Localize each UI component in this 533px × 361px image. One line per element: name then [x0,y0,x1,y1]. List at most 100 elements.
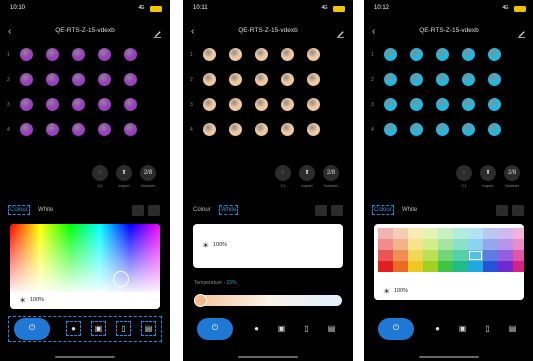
light-dot[interactable] [255,98,268,111]
c1-button[interactable]: ◌ C1 [456,165,472,188]
colour-swatch[interactable] [513,228,524,239]
colour-swatch[interactable] [438,239,453,250]
menu-icon[interactable]: ▤ [141,321,156,336]
light-dot[interactable] [20,123,33,136]
tab-colour[interactable]: Colour [8,205,30,215]
light-dot[interactable] [307,73,320,86]
light-dot[interactable] [203,48,216,61]
light-dot[interactable] [384,73,397,86]
light-dot[interactable] [46,48,59,61]
door-icon[interactable]: ▯ [116,321,131,336]
colour-swatch[interactable] [513,250,524,261]
light-dot[interactable] [488,98,501,111]
light-dot[interactable] [98,48,111,61]
colour-swatch[interactable] [513,239,524,250]
light-dot[interactable] [229,123,242,136]
copy-icon[interactable] [132,205,144,216]
light-dot[interactable] [488,123,501,136]
colour-swatch[interactable] [378,228,393,239]
colour-swatch[interactable] [378,239,393,250]
colour-swatch[interactable] [453,250,468,261]
colour-swatch[interactable] [393,228,408,239]
power-button[interactable]: ⏻ [378,318,414,340]
colour-swatch[interactable] [408,228,423,239]
number-button[interactable]: 2/8 Number [504,165,520,188]
colour-swatch[interactable] [438,228,453,239]
light-dot[interactable] [307,123,320,136]
colour-swatch[interactable] [408,250,423,261]
import-button[interactable]: ⬆ Import [299,165,315,188]
colour-swatch[interactable] [513,261,524,272]
colour-swatch[interactable] [498,250,513,261]
tab-white[interactable]: White [218,205,239,215]
copy-icon[interactable] [496,205,508,216]
colour-swatch[interactable] [483,261,498,272]
colour-selector-knob[interactable] [113,271,129,287]
light-dot[interactable] [72,73,85,86]
light-dot[interactable] [229,98,242,111]
temperature-knob[interactable] [194,294,207,307]
light-dot[interactable] [229,48,242,61]
copy-icon[interactable] [315,205,327,216]
tab-colour[interactable]: Colour [193,207,211,213]
light-dot[interactable] [436,123,449,136]
tab-colour[interactable]: Colour [372,205,394,215]
light-dot[interactable] [124,73,137,86]
paste-icon[interactable] [148,205,160,216]
colour-swatch[interactable] [498,228,513,239]
light-dot[interactable] [255,73,268,86]
c1-button[interactable]: ◌ C1 [275,165,291,188]
light-dot[interactable] [124,98,137,111]
paste-icon[interactable] [512,205,524,216]
colour-swatch[interactable] [423,228,438,239]
colour-swatch[interactable] [483,250,498,261]
bulb-icon[interactable]: ● [432,323,443,334]
light-dot[interactable] [410,98,423,111]
colour-swatch[interactable] [408,261,423,272]
light-dot[interactable] [384,123,397,136]
light-dot[interactable] [281,123,294,136]
light-dot[interactable] [281,73,294,86]
colour-swatch[interactable] [423,261,438,272]
tab-white[interactable]: White [402,207,417,213]
power-button[interactable]: ⏻ [197,318,233,340]
light-dot[interactable] [229,73,242,86]
colour-swatch[interactable] [378,261,393,272]
light-dot[interactable] [281,98,294,111]
bulb-icon[interactable]: ● [66,321,81,336]
colour-swatch[interactable] [468,239,483,250]
colour-swatch[interactable] [468,228,483,239]
import-button[interactable]: ⬆ Import [480,165,496,188]
light-dot[interactable] [124,48,137,61]
light-dot[interactable] [410,123,423,136]
light-dot[interactable] [203,73,216,86]
light-dot[interactable] [462,73,475,86]
light-dot[interactable] [20,98,33,111]
light-dot[interactable] [46,73,59,86]
light-dot[interactable] [436,98,449,111]
colour-swatch[interactable] [408,239,423,250]
colour-swatch[interactable] [453,239,468,250]
colour-swatch[interactable] [393,261,408,272]
light-dot[interactable] [203,98,216,111]
colour-swatch[interactable] [468,250,483,261]
c1-button[interactable]: ◌ C1 [92,165,108,188]
light-dot[interactable] [462,123,475,136]
scene-icon[interactable]: ▣ [91,321,106,336]
number-button[interactable]: 2/8 Number [140,165,156,188]
edit-icon[interactable] [153,25,162,38]
colour-swatch[interactable] [483,239,498,250]
light-dot[interactable] [72,48,85,61]
light-dot[interactable] [46,123,59,136]
light-dot[interactable] [436,73,449,86]
door-icon[interactable]: ▯ [482,323,493,334]
light-dot[interactable] [20,73,33,86]
temperature-slider[interactable] [194,294,342,307]
light-dot[interactable] [384,98,397,111]
light-dot[interactable] [98,73,111,86]
colour-swatch[interactable] [438,250,453,261]
colour-swatch[interactable] [453,228,468,239]
menu-icon[interactable]: ▤ [326,323,337,334]
colour-swatch[interactable] [423,239,438,250]
import-button[interactable]: ⬆ Import [116,165,132,188]
